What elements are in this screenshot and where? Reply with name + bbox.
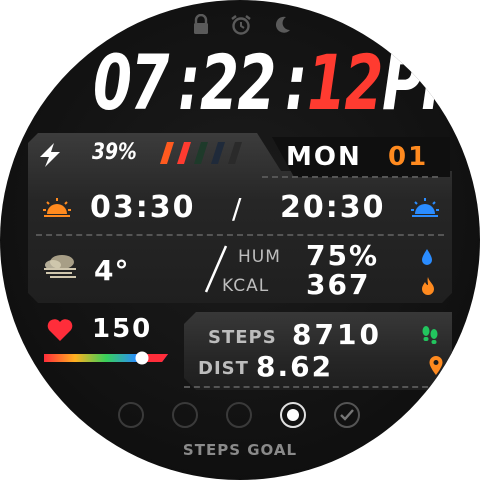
date-day: MON	[286, 142, 362, 172]
sunrise-icon	[43, 198, 71, 217]
water-drop-icon	[422, 249, 432, 265]
kcal-value: 367	[306, 268, 371, 301]
lightning-icon	[40, 143, 60, 167]
steps-label: STEPS	[208, 327, 277, 348]
date-number: 01	[388, 142, 429, 172]
goal-progress	[118, 402, 368, 432]
distance-value: 8.62	[256, 350, 334, 383]
flame-icon	[422, 277, 434, 295]
time-ampm: PM	[382, 38, 477, 127]
time-separator: :	[178, 38, 200, 127]
footprints-icon	[422, 326, 438, 344]
lock-icon	[194, 14, 208, 34]
divider	[184, 386, 438, 388]
battery-segment	[177, 142, 191, 164]
goal-step-circle	[172, 402, 198, 428]
battery-segment	[194, 142, 208, 164]
battery-segment	[228, 142, 242, 164]
time-display: 07 : 22 : 12 PM	[0, 38, 480, 128]
humidity-label: HUM	[238, 247, 281, 267]
heart-rate-bar	[44, 351, 168, 365]
heart-rate-knob	[135, 351, 149, 365]
divider	[36, 234, 444, 236]
time-minutes: 22	[200, 38, 276, 127]
fog-icon	[44, 255, 76, 278]
battery-percent: 39%	[92, 140, 137, 165]
distance-label: DIST	[198, 358, 249, 379]
time-hours: 07	[93, 38, 169, 127]
goal-step-circle	[118, 402, 144, 428]
moon-icon	[275, 16, 290, 33]
divider	[262, 176, 438, 178]
sunset-time: 20:30	[280, 190, 386, 225]
check-icon	[340, 409, 354, 421]
kcal-label: KCAL	[222, 276, 270, 296]
goal-step-circle	[226, 402, 252, 428]
sunrise-time: 03:30	[90, 190, 196, 225]
battery-segments	[160, 142, 242, 164]
time-seconds: 12	[307, 38, 383, 127]
heart-rate-value: 150	[92, 314, 153, 344]
steps-value: 8710	[292, 318, 382, 351]
watch-face: 07 : 22 : 12 PM 39% MON 01 03:30 / 20:30	[0, 0, 480, 480]
battery-segment	[211, 142, 225, 164]
time-separator: :	[285, 38, 307, 127]
status-icons	[192, 14, 292, 40]
sun-separator: /	[232, 192, 242, 225]
location-pin-icon	[429, 356, 443, 375]
weather-temperature: 4°	[94, 254, 130, 287]
goal-current-dot	[287, 409, 299, 421]
battery-segment	[160, 142, 174, 164]
goal-label: STEPS GOAL	[182, 441, 298, 459]
goal-step-circle	[280, 402, 306, 428]
alarm-icon	[231, 15, 251, 35]
sunset-icon	[411, 198, 439, 217]
goal-step-circle	[334, 402, 360, 428]
heart-icon	[47, 319, 73, 341]
